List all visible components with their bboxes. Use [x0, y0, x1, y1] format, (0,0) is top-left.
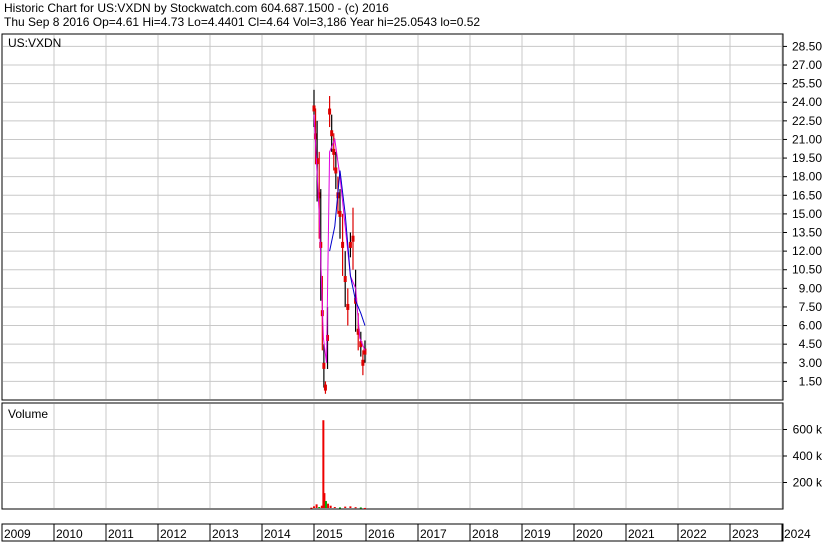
- volume-bar: [339, 507, 341, 509]
- price-y-tick-label: 21.00: [792, 132, 822, 146]
- price-y-tick-label: 15.00: [792, 207, 822, 221]
- volume-bar: [315, 504, 318, 508]
- price-y-tick-label: 19.50: [792, 151, 822, 165]
- x-tick-label: 2014: [264, 527, 291, 541]
- price-y-tick-label: 6.00: [799, 319, 823, 333]
- price-candle-body: [323, 384, 327, 391]
- x-tick-label: 2018: [472, 527, 499, 541]
- x-tick-label: 2023: [732, 527, 759, 541]
- chart-header-line1: Historic Chart for US:VXDN by Stockwatch…: [4, 1, 389, 15]
- x-tick-label: 2009: [4, 527, 31, 541]
- price-y-tick-label: 28.50: [792, 39, 822, 53]
- volume-bar: [333, 507, 336, 509]
- x-tick-label: 2021: [628, 527, 655, 541]
- volume-y-tick-label: 400 k: [793, 449, 823, 463]
- price-y-tick-label: 27.00: [792, 58, 822, 72]
- price-y-tick-label: 1.50: [799, 374, 823, 388]
- volume-bar: [363, 507, 366, 509]
- x-tick-label: 2016: [368, 527, 395, 541]
- volume-y-tick-label: 200 k: [793, 476, 823, 490]
- volume-bar: [329, 505, 332, 508]
- stock-chart: Historic Chart for US:VXDN by Stockwatch…: [0, 0, 830, 543]
- x-tick-label: 2024: [784, 527, 811, 541]
- price-y-tick-label: 3.00: [799, 356, 823, 370]
- price-y-tick-label: 7.50: [799, 300, 823, 314]
- price-candle-body: [346, 303, 350, 310]
- x-tick-label: 2015: [316, 527, 343, 541]
- price-y-tick-label: 22.50: [792, 114, 822, 128]
- price-y-tick-label: 18.00: [792, 170, 822, 184]
- price-candle-body: [332, 148, 336, 155]
- price-y-tick-label: 10.50: [792, 263, 822, 277]
- volume-bar: [318, 507, 321, 509]
- price-candle-body: [328, 108, 332, 115]
- volume-panel-title: Volume: [8, 407, 48, 421]
- volume-bar: [313, 506, 315, 508]
- x-tick-label: 2012: [160, 527, 187, 541]
- volume-bar: [327, 503, 330, 508]
- price-y-tick-label: 24.00: [792, 95, 822, 109]
- x-tick-label: 2010: [56, 527, 83, 541]
- chart-header-line2: Thu Sep 8 2016 Op=4.61 Hi=4.73 Lo=4.4401…: [4, 15, 480, 29]
- price-candle-body: [338, 210, 342, 217]
- price-candle-body: [343, 276, 347, 283]
- price-y-tick-label: 13.50: [792, 226, 822, 240]
- price-y-tick-label: 4.50: [799, 337, 823, 351]
- volume-bar: [349, 506, 352, 508]
- volume-bar: [354, 507, 357, 509]
- chart-svg: Historic Chart for US:VXDN by Stockwatch…: [0, 0, 830, 543]
- price-candle-body: [334, 167, 338, 174]
- price-candle-body: [348, 241, 352, 248]
- x-tick-label: 2013: [212, 527, 239, 541]
- volume-bar: [310, 507, 313, 509]
- price-y-tick-label: 12.00: [792, 244, 822, 258]
- volume-bar: [324, 501, 327, 508]
- price-candle-body: [322, 362, 326, 369]
- volume-bar: [344, 506, 347, 508]
- price-candle-body: [361, 359, 365, 366]
- volume-y-tick-label: 600 k: [793, 423, 823, 437]
- volume-bar: [359, 507, 362, 509]
- x-tick-label: 2020: [576, 527, 603, 541]
- x-tick-label: 2011: [108, 527, 134, 541]
- x-tick-label: 2022: [680, 527, 707, 541]
- x-tick-label: 2019: [524, 527, 551, 541]
- price-candle-body: [351, 235, 355, 242]
- x-tick-label: 2017: [420, 527, 447, 541]
- price-y-tick-label: 9.00: [799, 281, 823, 295]
- price-panel-title: US:VXDN: [8, 36, 61, 50]
- chart-background: [0, 0, 830, 543]
- price-candle-body: [330, 130, 334, 137]
- price-y-tick-label: 25.50: [792, 77, 822, 91]
- price-candle-body: [341, 241, 345, 248]
- price-y-tick-label: 16.50: [792, 188, 822, 202]
